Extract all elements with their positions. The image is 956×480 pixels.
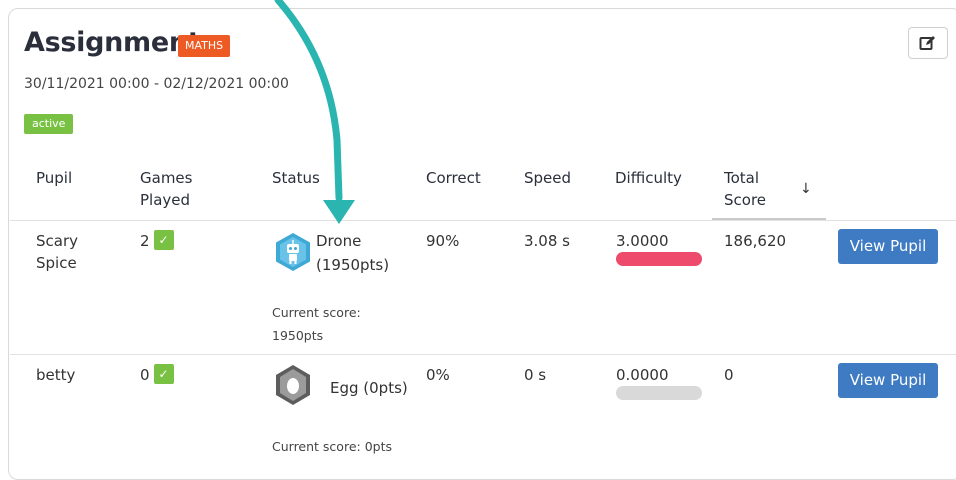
annotation-arrow [274, 0, 355, 224]
